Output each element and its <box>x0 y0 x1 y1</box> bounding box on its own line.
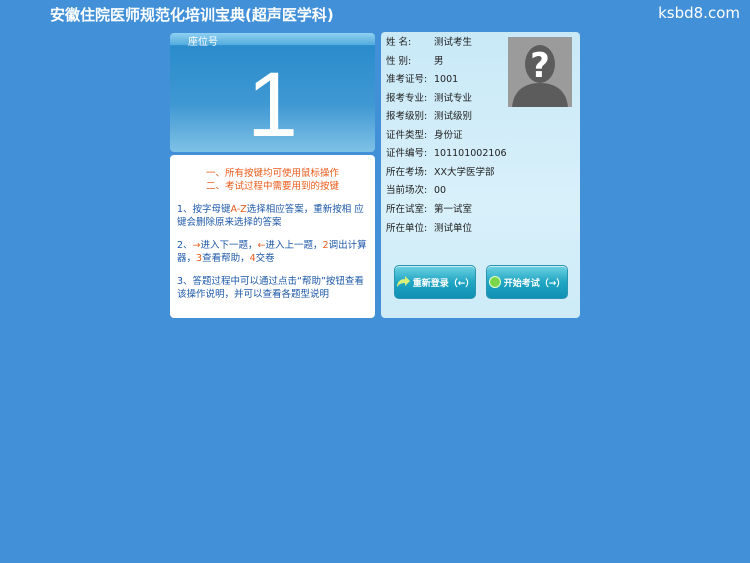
notice-panel: 一、所有按键均可使用鼠标操作 二、考试过程中需要用到的按键 1、按字母键A-Z选… <box>170 155 375 318</box>
info-value: 测试单位 <box>434 223 473 234</box>
notice-heading: 一、所有按键均可使用鼠标操作 二、考试过程中需要用到的按键 <box>170 167 375 193</box>
info-label: 准考证号: <box>386 74 428 85</box>
info-label: 所在单位: <box>386 223 428 234</box>
relogin-button[interactable]: 重新登录（←） <box>394 265 476 299</box>
seat-label: 座位号 <box>188 37 218 48</box>
info-value: 测试专业 <box>434 93 473 104</box>
svg-text:?: ? <box>530 46 550 86</box>
notice-heading-1: 一、所有按键均可使用鼠标操作 <box>205 168 339 179</box>
info-value: 男 <box>434 56 444 67</box>
info-label: 证件类型: <box>386 130 428 141</box>
info-label: 当前场次: <box>386 185 428 196</box>
notice-heading-2: 二、考试过程中需要用到的按键 <box>205 181 339 192</box>
start-exam-button[interactable]: 开始考试（→） <box>486 265 568 299</box>
notice-text: 进入下一题， <box>200 240 258 251</box>
key-hint: → <box>192 240 201 251</box>
info-row: 证件编号: 101101002106 <box>386 148 507 160</box>
relogin-label: 重新登录（←） <box>412 278 475 289</box>
info-row: 性 别: 男 <box>386 56 444 68</box>
info-value: 1001 <box>434 74 459 85</box>
notice-text: 2、 <box>177 240 193 251</box>
info-row: 证件类型: 身份证 <box>386 130 463 142</box>
info-value: 测试考生 <box>434 37 473 48</box>
info-row: 报考专业: 测试专业 <box>386 93 472 105</box>
notice-item-2: 2、→进入下一题，←进入上一题，2调出计算器，3查看帮助，4交卷 <box>177 239 369 265</box>
info-row: 准考证号: 1001 <box>386 74 458 86</box>
notice-item-3: 3、答题过程中可以通过点击“帮助”按钮查看该操作说明，并可以查看各题型说明 <box>177 276 364 300</box>
info-value: 身份证 <box>434 130 463 141</box>
info-row: 所在考场: XX大学医学部 <box>386 167 495 179</box>
info-label: 所在试室: <box>386 204 428 215</box>
info-label: 报考专业: <box>386 93 428 104</box>
info-row: 当前场次: 00 <box>386 185 446 197</box>
notice-text: 查看帮助， <box>202 253 250 264</box>
notice-text: 1、按字母键 <box>177 204 231 215</box>
info-row: 所在试室: 第一试室 <box>386 204 472 216</box>
info-row: 所在单位: 测试单位 <box>386 223 472 235</box>
green-dot-icon <box>488 276 501 288</box>
arrow-icon <box>396 276 410 288</box>
notice-text: 进入上一题， <box>265 240 323 251</box>
notice-text: 交卷 <box>255 253 275 264</box>
notice-item-1: 1、按字母键A-Z选择相应答案，重新按相 应键会删除原来选择的答案 <box>177 203 369 229</box>
info-value: XX大学医学部 <box>434 167 495 178</box>
info-label: 所在考场: <box>386 167 428 178</box>
info-value: 00 <box>434 185 447 196</box>
seat-number: 1 <box>246 54 299 152</box>
info-label: 姓 名: <box>386 37 412 48</box>
info-value: 第一试室 <box>434 204 473 215</box>
site-link: ksbd8.com <box>658 4 740 22</box>
seat-panel: 座位号 1 <box>170 33 375 152</box>
key-hint: A-Z <box>230 204 247 215</box>
unknown-person-icon: ? <box>508 37 572 107</box>
candidate-info-panel: 姓 名: 测试考生性 别: 男准考证号: 1001 报考专业: 测试专业 报考级别: 测试级别… <box>381 32 580 318</box>
info-row: 姓 名: 测试考生 <box>386 37 472 49</box>
info-label: 报考级别: <box>386 111 428 122</box>
start-exam-label: 开始考试（→） <box>503 278 566 289</box>
info-row: 报考级别: 测试级别 <box>386 111 472 123</box>
key-hint: ← <box>257 240 266 251</box>
info-label: 性 别: <box>386 56 412 67</box>
info-value: 101101002106 <box>434 148 507 159</box>
info-label: 证件编号: <box>386 148 428 159</box>
app-title: 安徽住院医师规范化培训宝典(超声医学科) <box>50 6 334 24</box>
info-value: 测试级别 <box>434 111 473 122</box>
